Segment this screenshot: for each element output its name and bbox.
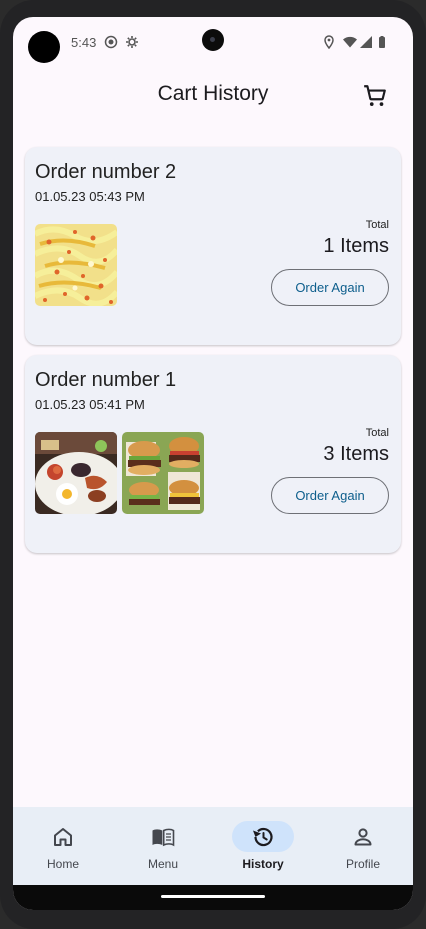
breakfast-image	[35, 432, 117, 514]
nav-item-profile[interactable]: Profile	[313, 807, 413, 885]
status-bar: 5:43	[13, 17, 413, 67]
nav-label-menu: Menu	[147, 857, 179, 871]
home-gesture-handle[interactable]	[161, 895, 265, 898]
order-again-button[interactable]: Order Again	[271, 477, 389, 514]
nav-label-home: Home	[46, 857, 79, 871]
nav-item-home[interactable]: Home	[13, 807, 113, 885]
person-icon	[354, 828, 372, 846]
nav-item-menu[interactable]: Menu	[113, 807, 213, 885]
order-date: 01.05.23 05:43 PM	[35, 189, 145, 204]
pasta-image	[35, 224, 117, 306]
burgers-image	[122, 432, 204, 514]
order-title: Order number 1	[35, 369, 177, 391]
page-title: Cart History	[157, 82, 269, 105]
nav-label-profile: Profile	[345, 857, 380, 871]
shopping-cart-icon[interactable]	[362, 83, 388, 109]
nav-label-history: History	[242, 857, 284, 871]
battery-icon	[379, 36, 385, 48]
item-count: 1 Items	[323, 235, 389, 257]
location-icon	[324, 35, 334, 49]
phone-frame: 5:43 Cart History Order number 2 01.05.2…	[0, 0, 426, 929]
order-card: Order number 1 01.05.23 05:41 PM Total 3…	[25, 355, 401, 553]
order-card: Order number 2 01.05.23 05:43 PM Total 1…	[25, 147, 401, 345]
bottom-navigation: Home Menu History Profile	[13, 807, 413, 885]
history-icon	[253, 827, 273, 847]
order-title: Order number 2	[35, 161, 177, 183]
cell-signal-icon	[360, 36, 372, 48]
app-screen: 5:43 Cart History Order number 2 01.05.2…	[13, 17, 413, 910]
order-again-button[interactable]: Order Again	[271, 269, 389, 306]
total-label: Total	[365, 219, 389, 231]
item-count: 3 Items	[323, 443, 389, 465]
nav-item-history[interactable]: History	[213, 807, 313, 885]
front-camera-cutout	[28, 31, 60, 63]
camera-punch-hole	[202, 29, 224, 51]
settings-icon	[126, 36, 138, 48]
total-label: Total	[365, 427, 389, 439]
wifi-icon	[343, 36, 357, 48]
home-icon	[54, 828, 72, 846]
record-icon	[104, 35, 118, 49]
status-time: 5:43	[71, 35, 97, 50]
order-date: 01.05.23 05:41 PM	[35, 397, 145, 412]
menu-book-icon	[152, 828, 175, 847]
